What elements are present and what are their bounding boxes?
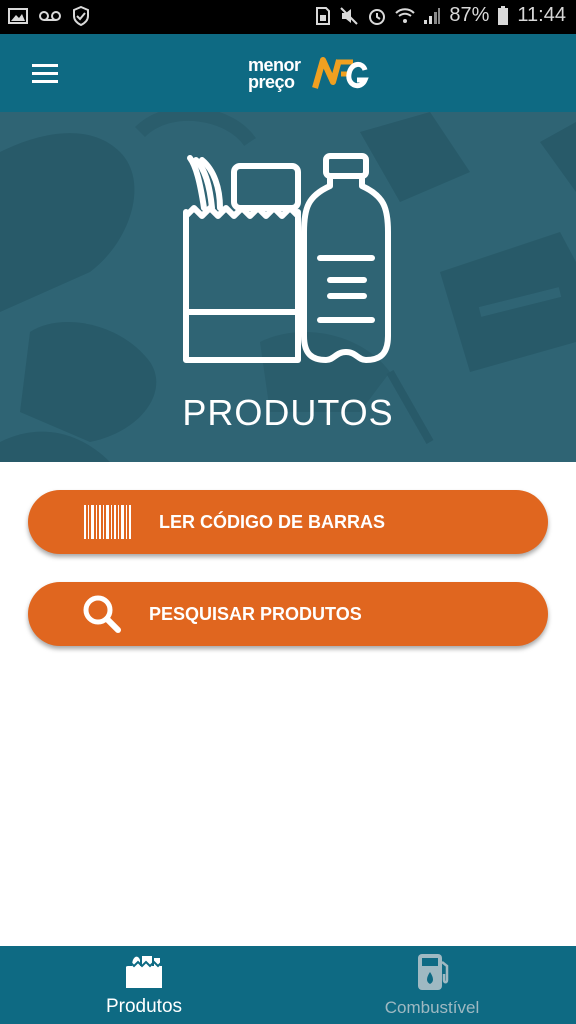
app-bar: menor preço: [0, 34, 576, 112]
scan-barcode-label: LER CÓDIGO DE BARRAS: [159, 511, 386, 532]
battery-percent: 87%: [449, 4, 490, 26]
status-bar: 87% 11:44: [0, 0, 576, 34]
fuel-pump-icon: [418, 954, 449, 990]
nav-item-produtos[interactable]: Produtos: [0, 946, 288, 1024]
app-logo: menor preço: [248, 50, 369, 98]
wifi-icon: [395, 7, 416, 23]
status-notifications: [8, 6, 90, 26]
search-products-label: PESQUISAR PRODUTOS: [149, 603, 362, 624]
scan-barcode-button[interactable]: LER CÓDIGO DE BARRAS: [28, 490, 548, 554]
bottom-navigation: Produtos Combustível: [0, 946, 576, 1024]
nav-item-combustivel[interactable]: Combustível: [288, 946, 576, 1024]
grocery-bag-bottle-icon: [183, 153, 391, 363]
menu-button[interactable]: [26, 58, 66, 90]
hero-title: PRODUTOS: [182, 392, 394, 433]
grocery-bag-icon: [125, 956, 163, 988]
nav-label-combustivel: Combustível: [384, 998, 480, 1017]
nfg-logo-icon: [311, 57, 369, 89]
logo-line-2: preço: [248, 72, 295, 92]
search-products-button[interactable]: PESQUISAR PRODUTOS: [28, 582, 548, 646]
logo-wordmark: menor preço: [248, 56, 301, 92]
status-system: 87% 11:44: [315, 4, 566, 27]
signal-icon: [424, 7, 441, 24]
sim-icon: [316, 6, 331, 25]
hero-banner: PRODUTOS: [0, 112, 576, 462]
barcode-icon: [84, 505, 131, 539]
shield-check-icon: [73, 6, 89, 26]
hamburger-menu-icon: [32, 64, 58, 83]
voicemail-icon: [39, 11, 61, 21]
mute-icon: [340, 6, 359, 25]
clock-time: 11:44: [517, 4, 566, 26]
nav-label-produtos: Produtos: [105, 996, 183, 1017]
search-icon: [83, 595, 121, 633]
image-notification-icon: [8, 8, 28, 24]
alarm-icon: [369, 8, 386, 25]
battery-icon: [498, 5, 509, 25]
